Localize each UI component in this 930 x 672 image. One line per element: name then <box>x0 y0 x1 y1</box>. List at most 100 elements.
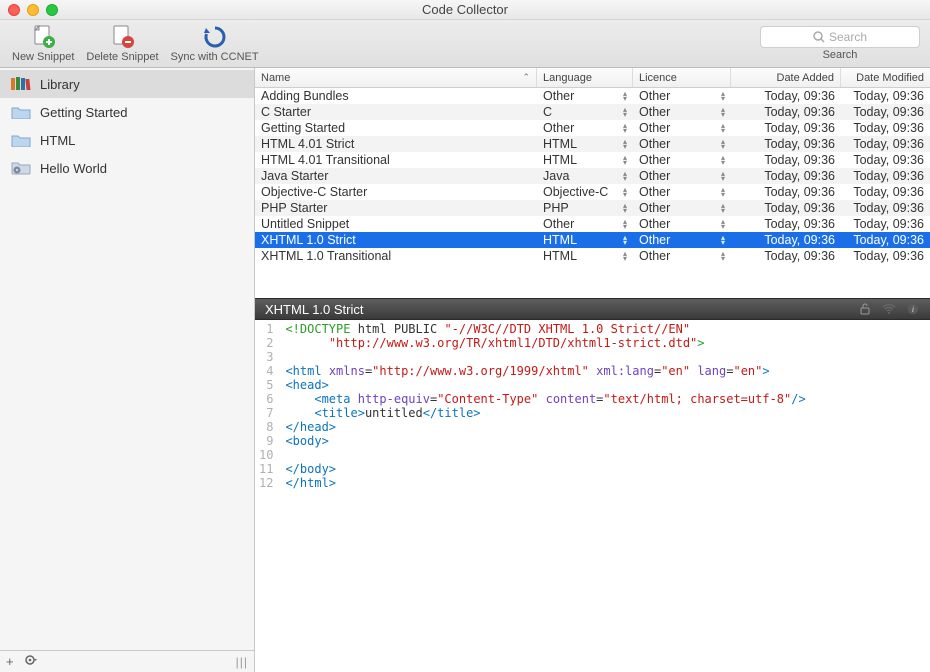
column-header-date-modified[interactable]: Date Modified <box>841 68 930 87</box>
stepper-icon[interactable]: ▴▾ <box>721 203 725 213</box>
table-row[interactable]: Getting StartedOther▴▾Other▴▾Today, 09:3… <box>255 120 930 136</box>
table-body[interactable]: Adding BundlesOther▴▾Other▴▾Today, 09:36… <box>255 88 930 264</box>
minimize-window-icon[interactable] <box>27 4 39 16</box>
cell-language[interactable]: Other▴▾ <box>537 120 633 136</box>
column-header-date-added[interactable]: Date Added <box>731 68 841 87</box>
cell-date-modified: Today, 09:36 <box>841 104 930 120</box>
delete-snippet-button[interactable]: Delete Snippet <box>80 24 164 63</box>
stepper-icon[interactable]: ▴▾ <box>623 171 627 181</box>
resize-grip-icon[interactable]: ||| <box>236 655 248 669</box>
titlebar: Code Collector <box>0 0 930 20</box>
cell-licence[interactable]: Other▴▾ <box>633 216 731 232</box>
search-placeholder: Search <box>829 30 867 44</box>
delete-snippet-icon <box>108 24 136 50</box>
cell-language[interactable]: Objective-C▴▾ <box>537 184 633 200</box>
traffic-lights <box>8 4 58 16</box>
add-button[interactable]: + <box>6 654 14 669</box>
cell-licence[interactable]: Other▴▾ <box>633 88 731 104</box>
table-row[interactable]: HTML 4.01 TransitionalHTML▴▾Other▴▾Today… <box>255 152 930 168</box>
table-row[interactable]: C StarterC▴▾Other▴▾Today, 09:36Today, 09… <box>255 104 930 120</box>
main: LibraryGetting StartedHTMLHello World + … <box>0 68 930 672</box>
cell-language[interactable]: Other▴▾ <box>537 88 633 104</box>
cell-date-modified: Today, 09:36 <box>841 168 930 184</box>
sidebar-item[interactable]: Hello World <box>0 154 254 182</box>
cell-name: Untitled Snippet <box>255 216 537 232</box>
cell-language[interactable]: HTML▴▾ <box>537 136 633 152</box>
cell-language[interactable]: C▴▾ <box>537 104 633 120</box>
info-icon[interactable]: i <box>906 302 920 316</box>
stepper-icon[interactable]: ▴▾ <box>623 123 627 133</box>
column-header-name[interactable]: Name ⌃ <box>255 68 537 87</box>
sidebar-item[interactable]: Getting Started <box>0 98 254 126</box>
stepper-icon[interactable]: ▴▾ <box>721 107 725 117</box>
editor-title: XHTML 1.0 Strict <box>265 302 363 317</box>
books-icon <box>10 75 32 93</box>
table-row[interactable]: HTML 4.01 StrictHTML▴▾Other▴▾Today, 09:3… <box>255 136 930 152</box>
cell-licence[interactable]: Other▴▾ <box>633 168 731 184</box>
cell-language[interactable]: HTML▴▾ <box>537 232 633 248</box>
sidebar-item-label: HTML <box>40 133 75 148</box>
stepper-icon[interactable]: ▴▾ <box>623 251 627 261</box>
cell-licence[interactable]: Other▴▾ <box>633 136 731 152</box>
stepper-icon[interactable]: ▴▾ <box>721 91 725 101</box>
cell-language[interactable]: Java▴▾ <box>537 168 633 184</box>
table-row[interactable]: Adding BundlesOther▴▾Other▴▾Today, 09:36… <box>255 88 930 104</box>
stepper-icon[interactable]: ▴▾ <box>721 187 725 197</box>
stepper-icon[interactable]: ▴▾ <box>721 139 725 149</box>
cell-licence[interactable]: Other▴▾ <box>633 152 731 168</box>
search-label: Search <box>823 49 858 61</box>
code-editor[interactable]: 123456789101112 <!DOCTYPE html PUBLIC "-… <box>255 320 930 672</box>
stepper-icon[interactable]: ▴▾ <box>721 219 725 229</box>
search-icon <box>813 31 825 43</box>
new-snippet-button[interactable]: New Snippet <box>6 24 80 63</box>
cell-licence[interactable]: Other▴▾ <box>633 232 731 248</box>
stepper-icon[interactable]: ▴▾ <box>623 203 627 213</box>
cell-licence[interactable]: Other▴▾ <box>633 120 731 136</box>
stepper-icon[interactable]: ▴▾ <box>623 139 627 149</box>
stepper-icon[interactable]: ▴▾ <box>623 187 627 197</box>
zoom-window-icon[interactable] <box>46 4 58 16</box>
cell-licence[interactable]: Other▴▾ <box>633 248 731 264</box>
cell-licence[interactable]: Other▴▾ <box>633 104 731 120</box>
table-row[interactable]: XHTML 1.0 TransitionalHTML▴▾Other▴▾Today… <box>255 248 930 264</box>
stepper-icon[interactable]: ▴▾ <box>721 123 725 133</box>
cell-language[interactable]: HTML▴▾ <box>537 248 633 264</box>
cell-licence[interactable]: Other▴▾ <box>633 184 731 200</box>
cell-date-added: Today, 09:36 <box>731 168 841 184</box>
stepper-icon[interactable]: ▴▾ <box>721 251 725 261</box>
close-window-icon[interactable] <box>8 4 20 16</box>
stepper-icon[interactable]: ▴▾ <box>721 235 725 245</box>
stepper-icon[interactable]: ▴▾ <box>623 107 627 117</box>
cell-language[interactable]: Other▴▾ <box>537 216 633 232</box>
sidebar-item[interactable]: HTML <box>0 126 254 154</box>
stepper-icon[interactable]: ▴▾ <box>721 155 725 165</box>
cell-licence[interactable]: Other▴▾ <box>633 200 731 216</box>
column-header-language[interactable]: Language <box>537 68 633 87</box>
lock-icon[interactable] <box>858 302 872 316</box>
sidebar-item[interactable]: Library <box>0 70 254 98</box>
cell-language[interactable]: HTML▴▾ <box>537 152 633 168</box>
table-row[interactable]: Objective-C StarterObjective-C▴▾Other▴▾T… <box>255 184 930 200</box>
wifi-icon[interactable] <box>882 302 896 316</box>
stepper-icon[interactable]: ▴▾ <box>623 235 627 245</box>
cell-name: Adding Bundles <box>255 88 537 104</box>
code-content[interactable]: <!DOCTYPE html PUBLIC "-//W3C//DTD XHTML… <box>279 320 811 672</box>
gear-menu-button[interactable] <box>24 653 38 670</box>
column-header-licence[interactable]: Licence <box>633 68 731 87</box>
sidebar-item-label: Getting Started <box>40 105 127 120</box>
table-row[interactable]: XHTML 1.0 StrictHTML▴▾Other▴▾Today, 09:3… <box>255 232 930 248</box>
table-row[interactable]: Untitled SnippetOther▴▾Other▴▾Today, 09:… <box>255 216 930 232</box>
table-row[interactable]: PHP StarterPHP▴▾Other▴▾Today, 09:36Today… <box>255 200 930 216</box>
cell-name: C Starter <box>255 104 537 120</box>
table-row[interactable]: Java StarterJava▴▾Other▴▾Today, 09:36Tod… <box>255 168 930 184</box>
search-input[interactable]: Search <box>760 26 920 48</box>
stepper-icon[interactable]: ▴▾ <box>623 219 627 229</box>
stepper-icon[interactable]: ▴▾ <box>721 171 725 181</box>
sync-button[interactable]: Sync with CCNET <box>165 24 265 63</box>
sort-ascending-icon: ⌃ <box>522 72 530 83</box>
stepper-icon[interactable]: ▴▾ <box>623 91 627 101</box>
cell-name: Objective-C Starter <box>255 184 537 200</box>
stepper-icon[interactable]: ▴▾ <box>623 155 627 165</box>
cell-date-added: Today, 09:36 <box>731 136 841 152</box>
cell-language[interactable]: PHP▴▾ <box>537 200 633 216</box>
